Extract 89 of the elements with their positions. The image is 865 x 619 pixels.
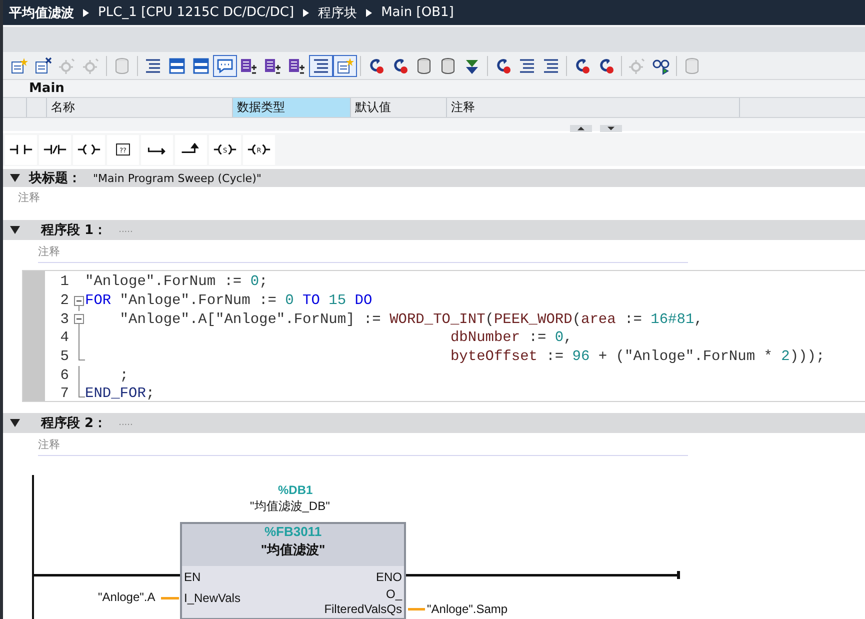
input-operand: "Anloge".A xyxy=(98,590,156,604)
toolbar-button[interactable] xyxy=(333,54,357,76)
cylinder-icon xyxy=(415,56,433,74)
instruction-button[interactable] xyxy=(141,134,173,164)
column-header[interactable]: 数据类型 xyxy=(233,98,351,117)
star-document-icon xyxy=(336,56,354,74)
cylinder-icon xyxy=(439,56,457,74)
separator-arrow-icon xyxy=(366,8,372,16)
separator-arrow-icon xyxy=(83,8,89,16)
stack-icon xyxy=(240,56,258,74)
line-number: 7 xyxy=(59,386,69,402)
cylinder-icon xyxy=(113,56,131,74)
line-number: 1 xyxy=(59,274,69,290)
curved-arrow-icon xyxy=(494,56,512,74)
block-title-label: 块标题： xyxy=(29,170,81,187)
window-icon xyxy=(192,56,210,74)
stack-icon xyxy=(288,56,306,74)
code-line: ; xyxy=(118,368,129,384)
block-comment[interactable]: 注释 xyxy=(18,190,40,205)
network-title: 程序段 1： xyxy=(41,222,107,239)
line-number: 5 xyxy=(59,349,69,366)
output-wire xyxy=(408,608,425,610)
input-wire xyxy=(161,597,179,600)
scroll-down-icon[interactable] xyxy=(600,125,622,132)
code-line: byteOffset := 96 + ("Anloge".ForNum * 2))); xyxy=(449,349,825,366)
gear-icon xyxy=(628,56,646,74)
lines-icon xyxy=(542,56,560,74)
cross-document-icon xyxy=(34,56,52,74)
curved-arrow-icon xyxy=(573,56,591,74)
negated-contact-icon xyxy=(43,143,67,156)
code-line: FOR "Anloge".ForNum := 0 TO 15 DO xyxy=(85,293,372,310)
code-line: END_FOR; xyxy=(85,386,155,402)
stack-icon xyxy=(264,56,282,74)
line-number: 4 xyxy=(59,330,69,346)
network-dots: ..... xyxy=(118,225,133,235)
pin-label: EN xyxy=(184,570,202,584)
instruction-button[interactable] xyxy=(39,134,71,164)
window-icon xyxy=(168,56,186,74)
breadcrumb-item[interactable]: PLC_1 [CPU 1215C DC/DC/DC] xyxy=(98,5,294,20)
code-line: "Anloge".ForNum := 0; xyxy=(85,274,268,290)
instance-name: "均值滤波_DB" xyxy=(250,498,330,515)
code-line: "Anloge".A["Anloge".ForNum] := WORD_TO_INT(PEEK_WORD(area := 16#81, xyxy=(118,312,703,328)
separator-arrow-icon xyxy=(303,8,310,16)
curved-arrow-icon xyxy=(597,56,615,74)
collapse-triangle-icon[interactable] xyxy=(10,174,20,182)
line-number: 6 xyxy=(59,368,69,384)
curved-arrow-icon xyxy=(391,56,409,74)
coil-icon xyxy=(77,143,101,156)
curved-arrow-icon xyxy=(367,56,385,74)
instruction-button[interactable] xyxy=(73,134,105,164)
instruction-button[interactable] xyxy=(5,134,37,164)
toolbar-button[interactable] xyxy=(309,54,333,76)
function-block[interactable]: %FB3011 "均值滤波" EN I_NewVals ENO O_ FilteredValsQs xyxy=(180,522,406,619)
column-header[interactable]: 注释 xyxy=(447,98,740,117)
toolbar-button[interactable] xyxy=(213,54,237,76)
cylinder-icon xyxy=(683,56,701,74)
pin-label: ENO xyxy=(376,570,402,584)
interface-title: Main xyxy=(28,80,66,97)
network-dots: ..... xyxy=(118,418,133,428)
instance-address: %DB1 xyxy=(278,483,313,497)
output-operand: "Anloge".Samp xyxy=(427,602,508,616)
star-document-icon xyxy=(10,56,28,74)
block-title: "Main Program Sweep (Cycle)" xyxy=(93,172,262,184)
collapse-triangle-icon[interactable] xyxy=(10,226,20,234)
breadcrumb-item[interactable]: 平均值滤波 xyxy=(9,4,74,22)
column-header[interactable]: 默认值 xyxy=(351,98,447,117)
scroll-up-icon[interactable] xyxy=(570,125,592,132)
speech-bubble-icon xyxy=(216,56,234,74)
breadcrumb-item[interactable]: Main [OB1] xyxy=(381,5,454,20)
lines-icon xyxy=(144,56,162,74)
block-address: %FB3011 xyxy=(264,524,322,539)
breadcrumb-item[interactable]: 程序块 xyxy=(318,4,358,22)
pin-label: I_NewVals xyxy=(184,591,240,605)
pin-label: O_ FilteredValsQs xyxy=(324,587,402,617)
network-comment[interactable]: 注释 xyxy=(38,437,688,456)
contact-icon xyxy=(9,143,33,156)
network-comment[interactable]: 注释 xyxy=(38,244,688,263)
collapse-triangle-icon[interactable] xyxy=(10,419,20,427)
line-number: 2 xyxy=(59,293,69,310)
instruction-button[interactable] xyxy=(175,134,207,164)
gear-icon xyxy=(58,56,76,74)
network-title: 程序段 2： xyxy=(41,414,107,432)
block-name: "均值滤波" xyxy=(260,541,326,559)
lines-icon xyxy=(312,56,330,74)
code-editor[interactable] xyxy=(22,270,865,402)
lines-icon xyxy=(518,56,536,74)
line-number: 3 xyxy=(59,312,69,328)
gear-icon xyxy=(82,56,100,74)
code-line: dbNumber := 0, xyxy=(449,330,572,346)
